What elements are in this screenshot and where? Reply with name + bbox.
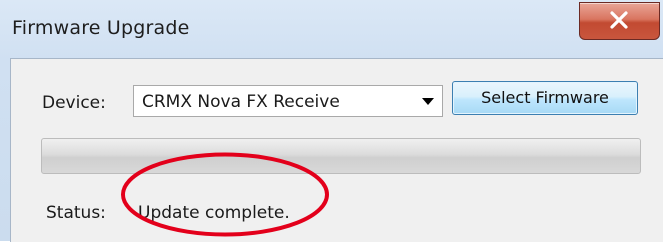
upgrade-progress-bar — [41, 138, 641, 174]
device-selected-value: CRMX Nova FX Receive — [142, 92, 340, 112]
status-label: Status: — [46, 203, 106, 223]
chevron-down-icon — [422, 98, 434, 105]
select-firmware-button[interactable]: Select Firmware — [452, 81, 638, 115]
title-bar[interactable]: Firmware Upgrade — [0, 0, 663, 58]
device-dropdown[interactable]: CRMX Nova FX Receive — [133, 85, 443, 117]
firmware-upgrade-window: Firmware Upgrade Device: CRMX Nova FX Re… — [0, 0, 663, 242]
window-title: Firmware Upgrade — [12, 17, 190, 39]
dropdown-arrow[interactable] — [416, 86, 442, 116]
dialog-body: Device: CRMX Nova FX Receive Select Firm… — [10, 58, 663, 242]
close-icon — [610, 11, 628, 29]
device-label: Device: — [42, 93, 106, 113]
close-button[interactable] — [579, 2, 660, 40]
status-value: Update complete. — [138, 203, 290, 223]
